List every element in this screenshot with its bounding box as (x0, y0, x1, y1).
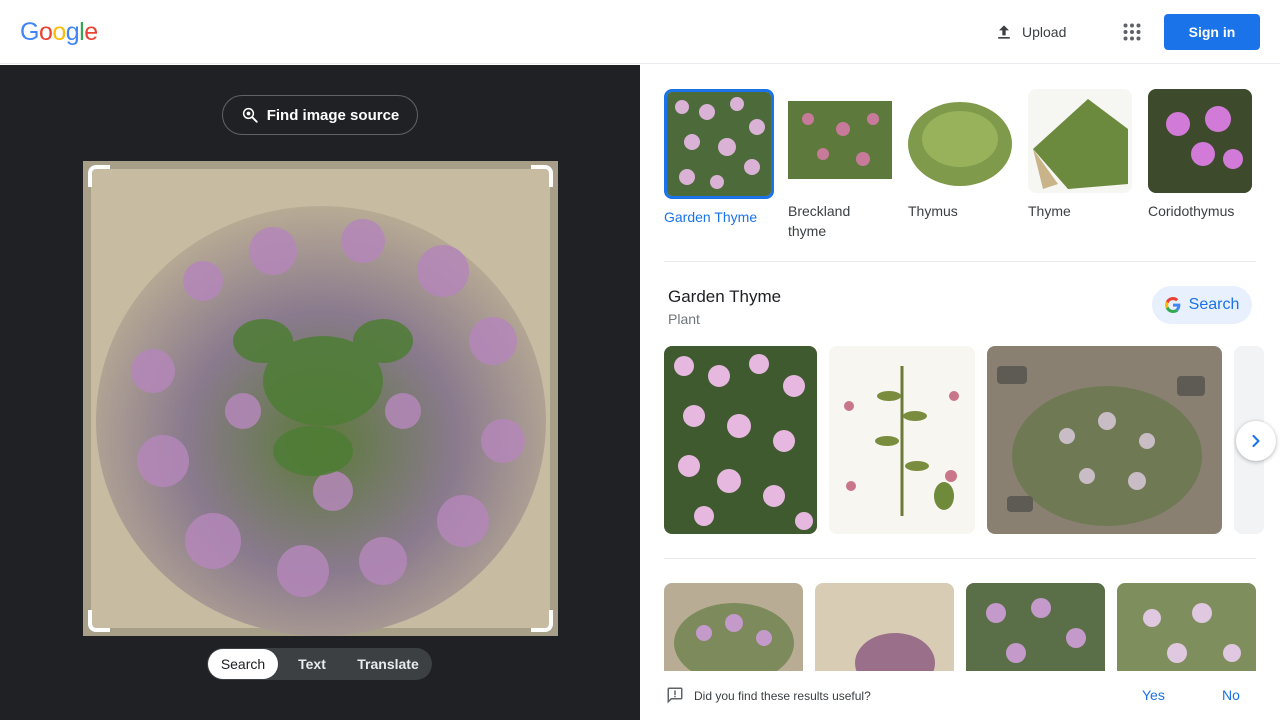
chip-thumbnail (1148, 89, 1252, 193)
top-bar: Google Upload Sign in (0, 0, 1280, 64)
apps-grid-icon (1123, 23, 1141, 41)
results-pane: Garden Thyme Breckland thyme Thymus Thym… (640, 65, 1280, 720)
entity-image[interactable] (987, 346, 1222, 534)
feedback-no-button[interactable]: No (1222, 687, 1240, 703)
feedback-yes-button[interactable]: Yes (1142, 687, 1165, 703)
chip-breckland-thyme[interactable]: Breckland thyme (788, 89, 898, 241)
upload-label: Upload (1022, 24, 1067, 40)
chip-label: Thyme (1028, 203, 1071, 219)
logo-letter: g (65, 18, 80, 46)
chip-thumbnail (788, 89, 892, 193)
google-apps-button[interactable] (1114, 14, 1150, 50)
chip-label: Coridothymus (1148, 203, 1235, 219)
find-image-source-label: Find image source (266, 106, 400, 124)
sign-in-button[interactable]: Sign in (1164, 14, 1260, 50)
chip-thyme[interactable]: Thyme (1028, 89, 1138, 221)
upload-button[interactable]: Upload (984, 14, 1076, 50)
entity-image[interactable] (829, 346, 975, 534)
entity-chips: Garden Thyme Breckland thyme Thymus Thym… (664, 89, 1256, 261)
lens-search-icon (242, 107, 258, 123)
logo-letter: o (38, 18, 53, 46)
google-logo[interactable]: Google (20, 18, 98, 47)
chip-label: Garden Thyme (664, 209, 758, 225)
chip-thumbnail (908, 89, 1012, 193)
carousel-next-button[interactable] (1236, 421, 1276, 461)
chip-thumbnail (664, 89, 774, 199)
chip-coridothymus[interactable]: Coridothymus (1148, 89, 1258, 221)
entity-title[interactable]: Garden Thyme (668, 287, 781, 307)
entity-subtitle: Plant (668, 311, 700, 327)
visual-match-image[interactable] (815, 583, 954, 683)
feedback-icon (667, 687, 683, 704)
entity-search-button[interactable]: Search (1152, 286, 1252, 324)
visual-match-image[interactable] (664, 583, 803, 683)
mode-translate-tab[interactable]: Translate (346, 649, 430, 679)
chevron-right-icon (1252, 434, 1260, 448)
mode-text-tab[interactable]: Text (278, 649, 346, 679)
visual-match-image[interactable] (1117, 583, 1256, 683)
query-image[interactable] (83, 161, 558, 636)
chip-label: Thymus (908, 203, 958, 219)
chip-garden-thyme[interactable]: Garden Thyme (664, 89, 774, 227)
entity-search-label: Search (1188, 296, 1240, 313)
chip-thumbnail (1028, 89, 1132, 193)
upload-icon (998, 25, 1010, 39)
logo-letter: o (52, 18, 66, 46)
query-image-pane: Find image source Search Text Translate (0, 65, 640, 720)
visual-match-image[interactable] (966, 583, 1105, 683)
mode-switch: Search Text Translate (207, 648, 432, 680)
feedback-question: Did you find these results useful? (694, 689, 871, 703)
divider (664, 261, 1256, 262)
mode-search-tab[interactable]: Search (208, 649, 278, 679)
chip-thymus[interactable]: Thymus (908, 89, 1018, 221)
divider (664, 558, 1256, 559)
logo-letter: G (20, 18, 39, 46)
logo-letter: e (84, 18, 98, 46)
chip-label: Breckland thyme (788, 203, 851, 239)
find-image-source-button[interactable]: Find image source (222, 95, 418, 135)
feedback-bar: Did you find these results useful? Yes N… (640, 671, 1280, 720)
google-g-icon (1164, 297, 1181, 313)
entity-image[interactable] (664, 346, 817, 534)
